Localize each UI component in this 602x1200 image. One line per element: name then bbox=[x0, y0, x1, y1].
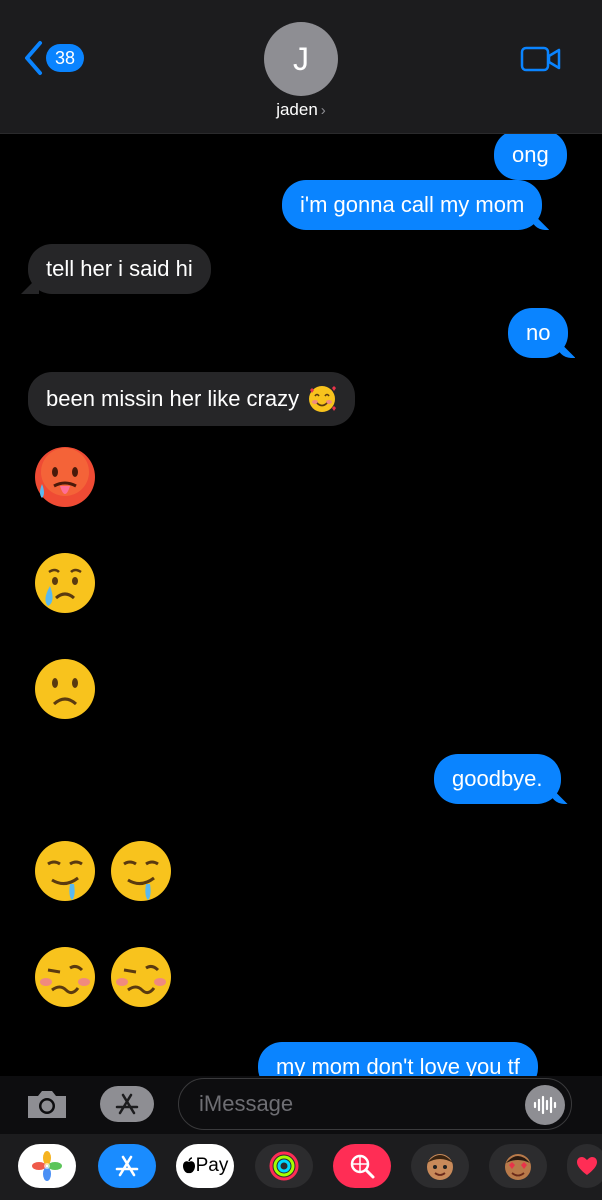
photos-app-button[interactable] bbox=[18, 1144, 76, 1188]
drooling-face-icon[interactable] bbox=[32, 838, 98, 904]
memoji-stickers-app-button[interactable] bbox=[489, 1144, 547, 1188]
back-button[interactable]: 38 bbox=[22, 40, 84, 76]
camera-icon[interactable] bbox=[24, 1086, 70, 1122]
hot-face-icon[interactable] bbox=[32, 444, 98, 510]
message-input[interactable]: iMessage bbox=[178, 1078, 572, 1130]
contact-name[interactable]: jaden › bbox=[0, 100, 602, 120]
apple-pay-label: Pay bbox=[195, 1155, 229, 1176]
app-store-icon bbox=[115, 1093, 139, 1115]
sent-message-bubble[interactable]: no bbox=[508, 308, 569, 358]
message-thread[interactable]: ong i'm gonna call my mom tell her i sai… bbox=[0, 134, 602, 1076]
message-input-placeholder: iMessage bbox=[199, 1091, 294, 1116]
photos-icon bbox=[32, 1151, 62, 1181]
memoji-icon bbox=[427, 1154, 453, 1180]
app-store-icon bbox=[115, 1155, 139, 1177]
imessage-app-drawer: Pay bbox=[0, 1134, 602, 1200]
sent-message-bubble[interactable]: goodbye. bbox=[434, 754, 561, 804]
image-search-app-button[interactable] bbox=[333, 1144, 391, 1188]
crying-face-icon[interactable] bbox=[32, 550, 98, 616]
contact-avatar[interactable]: J bbox=[264, 22, 338, 96]
app-store-app-button[interactable] bbox=[98, 1144, 156, 1188]
conversation-header: 38 J jaden › bbox=[0, 0, 602, 134]
apple-pay-app-button[interactable]: Pay bbox=[176, 1144, 234, 1188]
received-message-bubble[interactable]: been missin her like crazy bbox=[28, 372, 356, 426]
drooling-face-icon[interactable] bbox=[108, 838, 174, 904]
received-message-bubble[interactable]: tell her i said hi bbox=[28, 244, 211, 294]
frowning-face-icon[interactable] bbox=[32, 656, 98, 722]
globe-search-icon bbox=[350, 1154, 375, 1179]
activity-app-button[interactable] bbox=[255, 1144, 313, 1188]
audio-message-button[interactable] bbox=[525, 1085, 565, 1125]
compose-bar: iMessage bbox=[0, 1076, 602, 1134]
chevron-right-icon: › bbox=[320, 102, 326, 119]
woozy-face-icon[interactable] bbox=[32, 944, 98, 1010]
activity-rings-icon bbox=[269, 1151, 299, 1181]
smiling-face-with-hearts-icon bbox=[309, 386, 337, 412]
memoji-app-button[interactable] bbox=[411, 1144, 469, 1188]
digital-touch-app-button[interactable] bbox=[567, 1144, 602, 1188]
heart-icon bbox=[577, 1157, 597, 1175]
facetime-video-icon[interactable] bbox=[520, 44, 562, 74]
sent-message-bubble[interactable]: ong bbox=[494, 134, 567, 180]
sent-message-bubble[interactable]: i'm gonna call my mom bbox=[282, 180, 543, 230]
apple-logo-icon bbox=[182, 1157, 195, 1174]
chevron-left-icon bbox=[25, 41, 42, 75]
sent-message-bubble[interactable]: my mom don't love you tf bbox=[258, 1042, 538, 1076]
unread-count-badge: 38 bbox=[46, 44, 84, 72]
contact-name-label: jaden bbox=[276, 100, 318, 119]
memoji-stickers-icon bbox=[505, 1154, 531, 1180]
message-text: been missin her like crazy bbox=[46, 386, 300, 411]
woozy-face-icon[interactable] bbox=[108, 944, 174, 1010]
waveform-icon bbox=[533, 1095, 557, 1115]
app-store-button[interactable] bbox=[100, 1086, 154, 1122]
